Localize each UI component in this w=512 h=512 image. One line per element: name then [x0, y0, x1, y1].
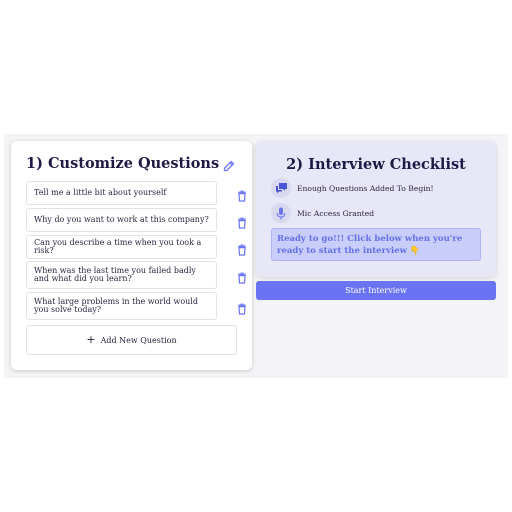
checklist-item: Enough Questions Added To Begin! — [271, 178, 491, 198]
question-text: Tell me a little bit about yourself — [34, 187, 167, 197]
trash-icon[interactable] — [236, 214, 248, 229]
microphone-icon — [271, 203, 291, 223]
question-field[interactable]: What large problems in the world would y… — [26, 292, 217, 320]
plus-icon: + — [86, 333, 96, 346]
chat-bubbles-icon — [271, 178, 291, 198]
add-question-button[interactable]: + Add New Question — [26, 325, 237, 355]
question-text: What large problems in the world would y… — [34, 296, 198, 314]
trash-icon[interactable] — [236, 269, 248, 284]
question-text: Can you describe a time when you took a … — [34, 237, 202, 255]
question-text: When was the last time you failed badly … — [34, 265, 196, 283]
question-text: Why do you want to work at this company? — [34, 214, 209, 224]
checklist-item-label: Mic Access Granted — [297, 208, 375, 218]
question-field[interactable]: Can you describe a time when you took a … — [26, 235, 217, 259]
pencil-icon[interactable] — [222, 158, 236, 172]
trash-icon[interactable] — [236, 241, 248, 256]
question-field[interactable]: Why do you want to work at this company? — [26, 208, 217, 232]
checklist-item-label: Enough Questions Added To Begin! — [297, 183, 434, 193]
start-interview-button[interactable]: Start Interview — [256, 281, 496, 300]
trash-icon[interactable] — [236, 300, 248, 315]
question-field[interactable]: When was the last time you failed badly … — [26, 261, 217, 289]
interview-checklist-panel: 2) Interview Checklist Enough Questions … — [256, 141, 496, 277]
ready-message: Ready to go!!! Click below when you're r… — [271, 228, 481, 261]
question-field[interactable]: Tell me a little bit about yourself — [26, 181, 217, 205]
add-question-label: Add New Question — [100, 335, 177, 345]
interview-checklist-title: 2) Interview Checklist — [286, 156, 466, 173]
checklist-item: Mic Access Granted — [271, 203, 491, 223]
customize-questions-title: 1) Customize Questions — [26, 155, 220, 172]
customize-questions-panel: 1) Customize Questions Tell me a little … — [11, 141, 252, 370]
trash-icon[interactable] — [236, 187, 248, 202]
